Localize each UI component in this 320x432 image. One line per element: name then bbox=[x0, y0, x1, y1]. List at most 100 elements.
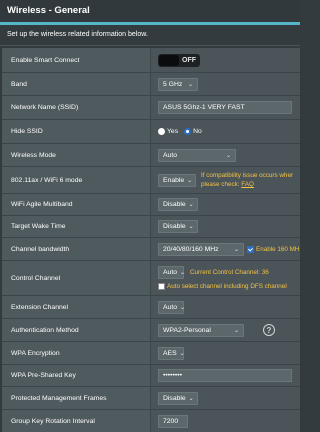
auth-method-value: WPA2-Personal bbox=[163, 326, 211, 334]
hide-ssid-yes-radio[interactable]: Yes bbox=[158, 128, 178, 135]
page-title: Wireless - General bbox=[7, 5, 90, 16]
row-auth-method: Authentication Method WPA2-Personal ⌄ ? bbox=[2, 319, 300, 342]
ssid-input[interactable]: ASUS 5Ghz-1 VERY FAST bbox=[158, 101, 292, 114]
row-group-key: Group Key Rotation Interval 7200 bbox=[2, 410, 300, 432]
hide-ssid-cell: Yes No bbox=[150, 120, 300, 143]
chevron-down-icon: ⌄ bbox=[188, 202, 194, 208]
checkbox-checked-icon bbox=[247, 245, 254, 253]
agile-multiband-label: WiFi Agile Multiband bbox=[2, 194, 150, 215]
current-control-channel: Current Control Channel: 36 bbox=[190, 268, 269, 276]
wireless-mode-cell: Auto ⌄ bbox=[150, 144, 300, 166]
band-select[interactable]: 5 GHz ⌄ bbox=[158, 77, 198, 91]
smart-connect-toggle[interactable]: OFF bbox=[158, 53, 200, 67]
dfs-checkbox[interactable]: Auto select channel including DFS channe… bbox=[158, 282, 287, 291]
row-wpa-psk: WPA Pre-Shared Key •••••••• bbox=[2, 365, 300, 387]
radio-on-icon bbox=[184, 128, 192, 135]
checkbox-unchecked-icon bbox=[158, 282, 165, 290]
wpa-psk-cell: •••••••• bbox=[150, 365, 300, 386]
control-channel-label: Control Channel bbox=[2, 261, 150, 295]
page-description: Set up the wireless related information … bbox=[7, 31, 148, 38]
extension-channel-cell: Auto ⌄ bbox=[150, 296, 300, 318]
chevron-down-icon: ⌄ bbox=[233, 246, 239, 253]
enable-160-checkbox[interactable]: Enable 160 MH bbox=[247, 245, 299, 254]
channel-bandwidth-label: Channel bandwidth bbox=[2, 238, 150, 260]
row-pmf: Protected Management Frames Disable ⌄ bbox=[2, 387, 300, 410]
target-wake-select[interactable]: Disable ⌄ bbox=[158, 220, 198, 233]
channel-bandwidth-select[interactable]: 20/40/80/160 MHz ⌄ bbox=[158, 242, 244, 256]
ssid-cell: ASUS 5Ghz-1 VERY FAST bbox=[150, 96, 300, 119]
control-channel-top: Auto ⌄ Current Control Channel: 36 bbox=[158, 265, 287, 279]
wpa-encryption-cell: AES ⌄ bbox=[150, 342, 300, 364]
wpa-psk-input[interactable]: •••••••• bbox=[158, 369, 292, 382]
band-value: 5 GHz bbox=[163, 80, 183, 88]
question-icon[interactable]: ? bbox=[263, 324, 275, 336]
auth-method-label: Authentication Method bbox=[2, 319, 150, 341]
pmf-select[interactable]: Disable ⌄ bbox=[158, 391, 198, 405]
pmf-label: Protected Management Frames bbox=[2, 387, 150, 409]
faq-link[interactable]: FAQ bbox=[241, 181, 254, 188]
wifi6-note: If compatibility issue occurs wher pleas… bbox=[201, 171, 293, 189]
group-key-input[interactable]: 7200 bbox=[158, 414, 188, 428]
hide-ssid-no-radio[interactable]: No bbox=[184, 128, 202, 135]
target-wake-cell: Disable ⌄ bbox=[150, 216, 300, 237]
pmf-cell: Disable ⌄ bbox=[150, 387, 300, 409]
smart-connect-label: Enable Smart Connect bbox=[2, 48, 150, 72]
wpa-encryption-select[interactable]: AES ⌄ bbox=[158, 346, 185, 360]
group-key-label: Group Key Rotation Interval bbox=[2, 410, 150, 432]
chevron-down-icon: ⌄ bbox=[179, 269, 186, 276]
wpa-encryption-label: WPA Encryption bbox=[2, 342, 150, 364]
wpa-encryption-value: AES bbox=[163, 349, 177, 357]
chevron-down-icon: ⌄ bbox=[233, 327, 239, 334]
band-cell: 5 GHz ⌄ bbox=[150, 73, 300, 95]
control-channel-select[interactable]: Auto ⌄ bbox=[158, 265, 186, 279]
control-channel-cell: Auto ⌄ Current Control Channel: 36 Auto … bbox=[150, 261, 300, 295]
smart-connect-cell: OFF bbox=[150, 48, 300, 72]
control-channel-value: Auto bbox=[163, 268, 177, 276]
band-label: Band bbox=[2, 73, 150, 95]
row-ssid: Network Name (SSID) ASUS 5Ghz-1 VERY FAS… bbox=[2, 96, 300, 120]
radio-off-icon bbox=[158, 128, 165, 135]
extension-channel-value: Auto bbox=[163, 303, 177, 311]
header-accent-rule bbox=[0, 22, 300, 25]
ssid-label: Network Name (SSID) bbox=[2, 96, 150, 119]
toggle-state-text: OFF bbox=[182, 56, 196, 64]
enable-160-label: Enable 160 MH bbox=[256, 245, 300, 253]
chevron-down-icon: ⌄ bbox=[187, 177, 193, 184]
row-channel-bandwidth: Channel bandwidth 20/40/80/160 MHz ⌄ Ena… bbox=[2, 238, 300, 261]
hide-ssid-no-label: No bbox=[193, 128, 202, 135]
row-target-wake: Target Wake Time Disable ⌄ bbox=[2, 216, 300, 238]
extension-channel-label: Extension Channel bbox=[2, 296, 150, 318]
row-smart-connect: Enable Smart Connect OFF bbox=[2, 48, 300, 73]
agile-multiband-select[interactable]: Disable ⌄ bbox=[158, 198, 198, 211]
wifi6-note-line1: If compatibility issue occurs wher bbox=[201, 172, 294, 179]
wifi6-label: 802.11ax / WiFi 6 mode bbox=[2, 167, 150, 193]
wireless-mode-value: Auto bbox=[163, 151, 177, 159]
row-agile-multiband: WiFi Agile Multiband Disable ⌄ bbox=[2, 194, 300, 216]
hide-ssid-yes-label: Yes bbox=[167, 128, 179, 135]
agile-multiband-cell: Disable ⌄ bbox=[150, 194, 300, 215]
settings-table: Enable Smart Connect OFF Band 5 GHz ⌄ Ne… bbox=[2, 48, 300, 432]
wifi6-cell: Enable ⌄ If compatibility issue occurs w… bbox=[150, 167, 300, 193]
row-wpa-encryption: WPA Encryption AES ⌄ bbox=[2, 342, 300, 365]
extension-channel-select[interactable]: Auto ⌄ bbox=[158, 300, 186, 314]
chevron-down-icon: ⌄ bbox=[179, 304, 186, 311]
group-key-cell: 7200 bbox=[150, 410, 300, 432]
row-band: Band 5 GHz ⌄ bbox=[2, 73, 300, 96]
row-extension-channel: Extension Channel Auto ⌄ bbox=[2, 296, 300, 319]
target-wake-label: Target Wake Time bbox=[2, 216, 150, 237]
auth-method-select[interactable]: WPA2-Personal ⌄ bbox=[158, 323, 244, 337]
wifi6-select[interactable]: Enable ⌄ bbox=[158, 173, 196, 187]
wifi6-note-prefix: please check: bbox=[201, 181, 242, 188]
row-control-channel: Control Channel Auto ⌄ Current Control C… bbox=[2, 261, 300, 296]
chevron-down-icon: ⌄ bbox=[225, 152, 231, 159]
wireless-mode-select[interactable]: Auto ⌄ bbox=[158, 148, 236, 162]
channel-bandwidth-cell: 20/40/80/160 MHz ⌄ Enable 160 MH bbox=[150, 238, 300, 260]
divider bbox=[0, 45, 300, 46]
wireless-mode-label: Wireless Mode bbox=[2, 144, 150, 166]
channel-bandwidth-value: 20/40/80/160 MHz bbox=[163, 245, 219, 253]
chevron-down-icon: ⌄ bbox=[188, 224, 194, 230]
wpa-psk-label: WPA Pre-Shared Key bbox=[2, 365, 150, 386]
dfs-label: Auto select channel including DFS channe… bbox=[167, 282, 287, 290]
chevron-down-icon: ⌄ bbox=[179, 350, 185, 357]
agile-multiband-value: Disable bbox=[163, 201, 186, 208]
